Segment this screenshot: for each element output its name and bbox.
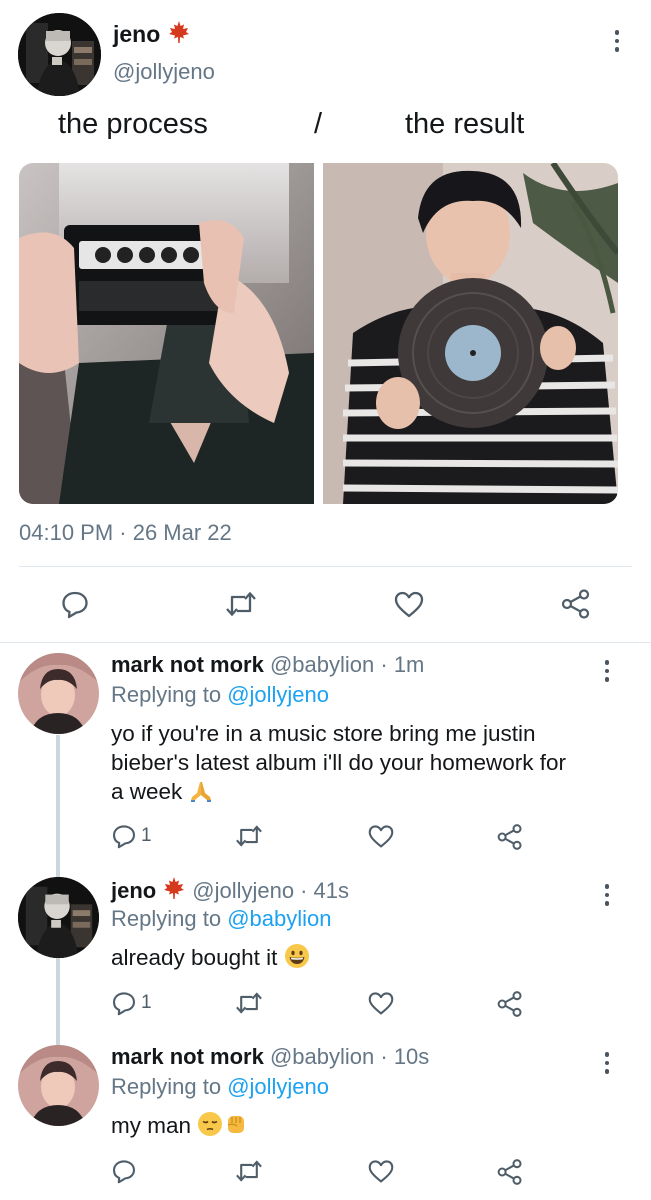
share-button[interactable]	[560, 588, 592, 620]
replying-to-link[interactable]: @jollyjeno	[227, 682, 329, 707]
reply-time[interactable]: · 10s	[380, 1044, 429, 1069]
folded-hands-emoji-icon	[189, 779, 213, 810]
tweet-image-camera[interactable]	[19, 163, 314, 504]
avatar-image	[18, 877, 99, 958]
camera-photo	[19, 163, 314, 504]
like-button[interactable]	[367, 1158, 395, 1184]
tweet-image-vinyl[interactable]	[323, 163, 618, 504]
reply-avatar[interactable]	[18, 1045, 99, 1126]
replying-to-link[interactable]: @jollyjeno	[227, 1074, 329, 1099]
replying-to-label: Replying to	[111, 906, 228, 931]
like-button[interactable]	[393, 589, 425, 619]
tweet-text-left: the process	[58, 108, 208, 140]
author-name[interactable]: jeno	[113, 21, 160, 48]
replying-to-link[interactable]: @babylion	[227, 906, 331, 931]
reply-text-line: bieber's latest album i'll do your homew…	[111, 750, 567, 775]
tweet-timestamp[interactable]: 04:10 PM · 26 Mar 22	[19, 520, 232, 546]
like-icon	[394, 591, 424, 618]
retweet-button[interactable]	[235, 1158, 263, 1184]
reply-text-line: yo if you're in a music store bring me j…	[111, 721, 536, 746]
tweet-text-right: the result	[405, 108, 525, 140]
like-icon	[368, 1160, 394, 1183]
divider	[0, 642, 651, 643]
reply-count: 1	[141, 825, 152, 846]
retweet-icon	[236, 992, 262, 1014]
share-icon	[497, 1159, 522, 1185]
maple-leaf-emoji-icon	[167, 20, 191, 49]
share-button[interactable]	[496, 990, 524, 1018]
retweet-icon	[236, 825, 262, 847]
share-icon	[497, 991, 522, 1017]
raised-fist-emoji-icon	[223, 1111, 249, 1144]
reply-author-handle[interactable]: @jollyjeno	[192, 878, 294, 904]
more-options-icon[interactable]	[602, 660, 612, 682]
reply-icon	[62, 591, 88, 619]
reply-text-content: my man	[111, 1113, 192, 1138]
reply-avatar[interactable]	[18, 653, 99, 734]
tweet-text-separator: /	[314, 108, 323, 140]
retweet-button[interactable]	[225, 589, 257, 619]
share-button[interactable]	[496, 823, 524, 851]
reply-time[interactable]: · 41s	[300, 878, 349, 904]
reply-button[interactable]	[111, 1158, 141, 1184]
like-button[interactable]	[367, 823, 395, 849]
reply-author-name[interactable]: mark not mork	[111, 1044, 264, 1069]
share-button[interactable]	[496, 1158, 524, 1186]
more-options-icon[interactable]	[612, 30, 622, 52]
reply-text: my man	[111, 1111, 249, 1144]
replying-to-label: Replying to	[111, 682, 228, 707]
retweet-button[interactable]	[235, 990, 263, 1016]
reply-text: yo if you're in a music store bring me j…	[111, 719, 631, 810]
reply-text-line: a week	[111, 779, 183, 804]
vinyl-photo	[323, 163, 618, 504]
divider	[19, 566, 632, 567]
reply-icon	[112, 825, 136, 849]
like-icon	[368, 825, 394, 848]
author-avatar[interactable]	[18, 13, 101, 96]
pensive-face-emoji-icon	[197, 1111, 223, 1144]
reply-button[interactable]: 1	[111, 823, 152, 849]
avatar-image	[18, 1045, 99, 1126]
reply-author-name[interactable]: jeno	[111, 878, 156, 904]
reply-text-content: already bought it	[111, 945, 278, 970]
avatar-image	[18, 653, 99, 734]
retweet-icon	[226, 591, 256, 617]
reply-icon	[112, 992, 136, 1016]
share-icon	[561, 589, 590, 619]
maple-leaf-emoji-icon	[162, 876, 186, 906]
reply-text: already bought it	[111, 943, 310, 976]
avatar-image	[18, 13, 101, 96]
reply-author-name[interactable]: mark not mork	[111, 652, 264, 677]
retweet-icon	[236, 1160, 262, 1182]
retweet-button[interactable]	[235, 823, 263, 849]
reply-button[interactable]: 1	[111, 990, 152, 1016]
author-handle[interactable]: @jollyjeno	[113, 59, 215, 85]
like-icon	[368, 992, 394, 1015]
reply-button[interactable]	[60, 589, 90, 619]
more-options-icon[interactable]	[602, 884, 612, 906]
reply-author-handle[interactable]: @babylion	[270, 652, 374, 677]
share-icon	[497, 824, 522, 850]
reply-time[interactable]: · 1m	[380, 652, 424, 677]
like-button[interactable]	[367, 990, 395, 1016]
reply-avatar[interactable]	[18, 877, 99, 958]
replying-to-label: Replying to	[111, 1074, 228, 1099]
more-options-icon[interactable]	[602, 1052, 612, 1074]
reply-count: 1	[141, 992, 152, 1013]
reply-author-handle[interactable]: @babylion	[270, 1044, 374, 1069]
reply-icon	[112, 1160, 136, 1184]
grinning-face-emoji-icon	[284, 943, 310, 976]
